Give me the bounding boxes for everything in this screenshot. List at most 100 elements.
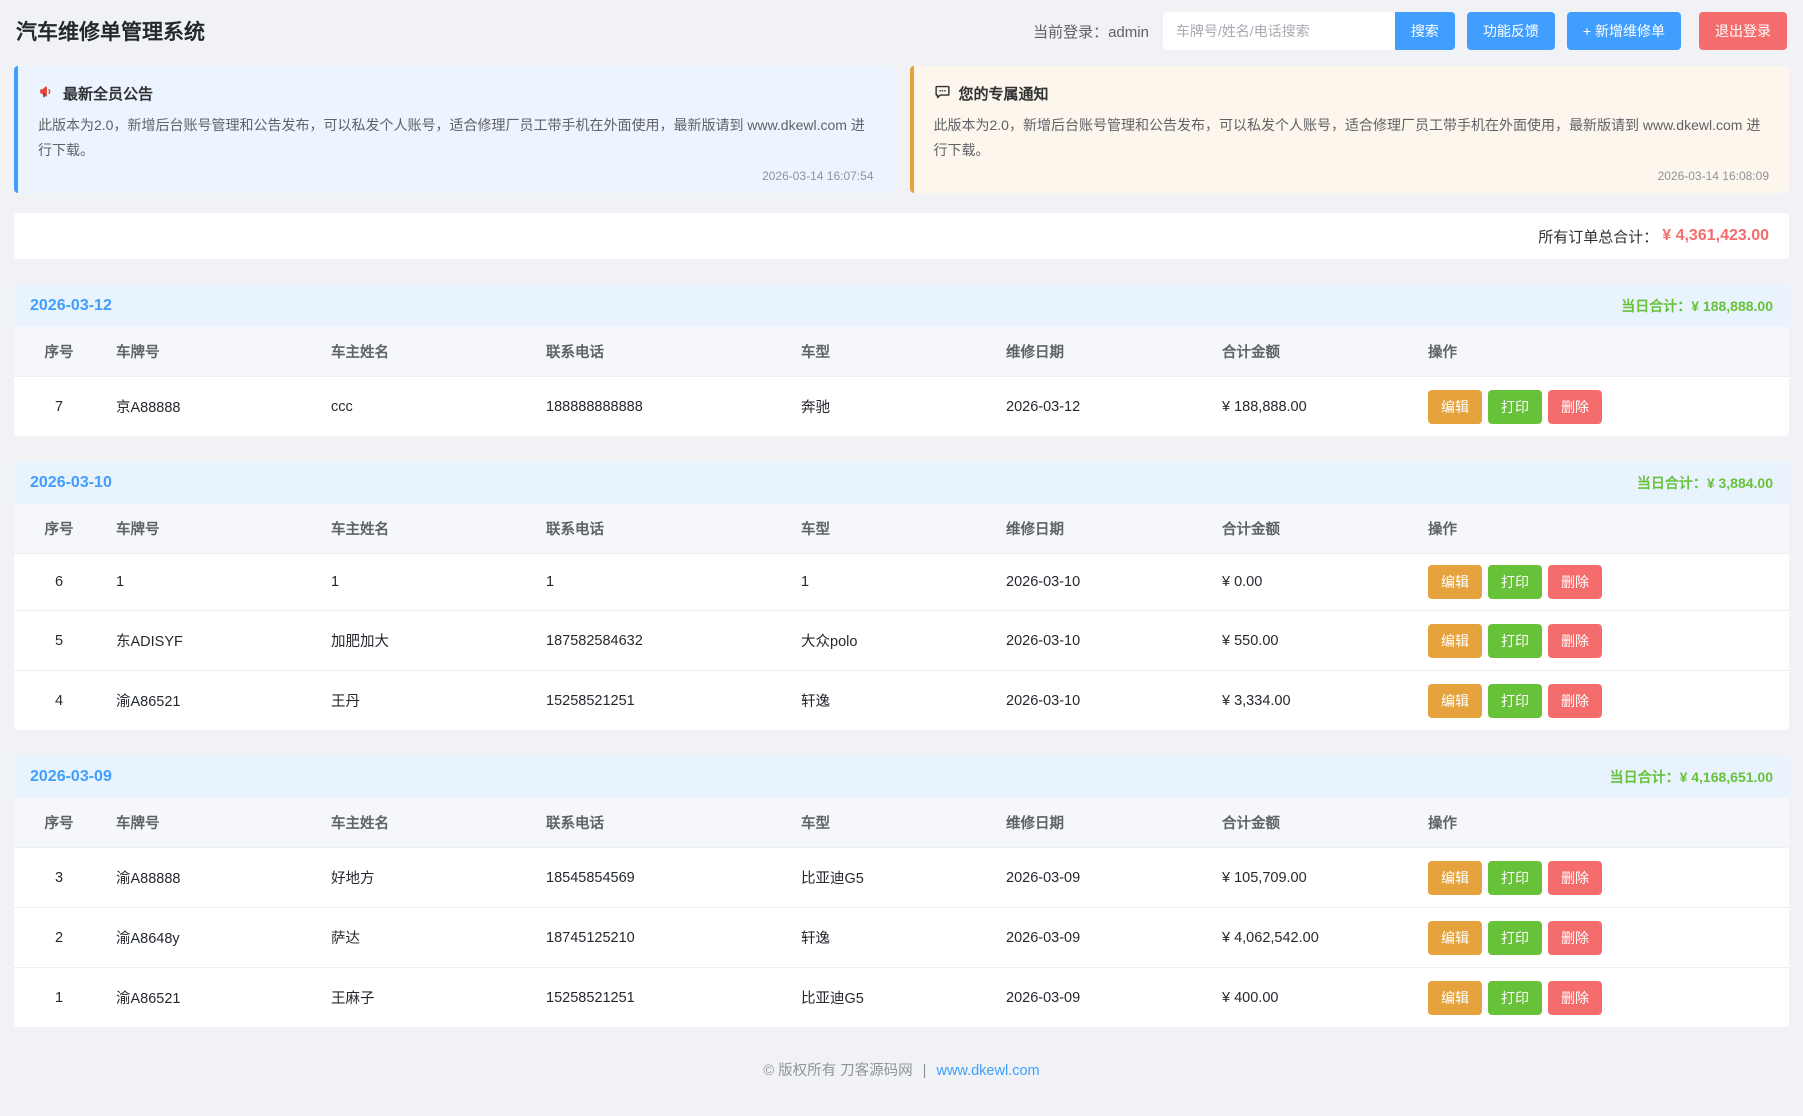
cell-actions: 编辑打印删除	[1416, 611, 1789, 671]
delete-button[interactable]: 删除	[1548, 861, 1602, 895]
delete-button[interactable]: 删除	[1548, 565, 1602, 599]
search-group: 搜索	[1163, 12, 1455, 50]
footer-separator: |	[923, 1063, 927, 1079]
delete-button[interactable]: 删除	[1548, 390, 1602, 424]
copyright-text: © 版权所有 刀客源码网	[763, 1063, 912, 1079]
personal-notice-body: 此版本为2.0，新增后台账号管理和公告发布，可以私发个人账号，适合修理厂员工带手…	[934, 113, 1770, 162]
cell-date: 2026-03-12	[994, 377, 1210, 437]
cell-plate: 渝A8648y	[104, 908, 319, 968]
cell-model: 轩逸	[789, 908, 994, 968]
cell-actions: 编辑打印删除	[1416, 671, 1789, 731]
orders-table: 序号车牌号车主姓名联系电话车型维修日期合计金额操作7京A88888ccc1888…	[14, 327, 1789, 436]
grand-total-amount: ¥ 4,361,423.00	[1662, 227, 1769, 245]
edit-button[interactable]: 编辑	[1428, 921, 1482, 955]
cell-seq: 2	[14, 908, 104, 968]
cell-owner: ccc	[319, 377, 534, 437]
edit-button[interactable]: 编辑	[1428, 390, 1482, 424]
announcement-timestamp: 2026-03-14 16:07:54	[38, 169, 874, 183]
column-header-actions: 操作	[1416, 798, 1789, 848]
cell-amount: ¥ 0.00	[1210, 554, 1416, 611]
cell-date: 2026-03-10	[994, 554, 1210, 611]
delete-button[interactable]: 删除	[1548, 684, 1602, 718]
table-row: 5东ADISYF加肥加大187582584632大众polo2026-03-10…	[14, 611, 1789, 671]
column-header-date: 维修日期	[994, 327, 1210, 377]
edit-button[interactable]: 编辑	[1428, 624, 1482, 658]
cell-seq: 5	[14, 611, 104, 671]
cell-phone: 18545854569	[534, 848, 789, 908]
print-button[interactable]: 打印	[1488, 565, 1542, 599]
column-header-amount: 合计金额	[1210, 327, 1416, 377]
cell-model: 奔驰	[789, 377, 994, 437]
edit-button[interactable]: 编辑	[1428, 684, 1482, 718]
delete-button[interactable]: 删除	[1548, 624, 1602, 658]
announcement-title-row: 最新全员公告	[38, 83, 874, 104]
cell-date: 2026-03-09	[994, 968, 1210, 1028]
cell-plate: 东ADISYF	[104, 611, 319, 671]
cell-phone: 187582584632	[534, 611, 789, 671]
cell-phone: 1	[534, 554, 789, 611]
cell-amount: ¥ 550.00	[1210, 611, 1416, 671]
table-row: 3渝A88888好地方18545854569比亚迪G52026-03-09¥ 1…	[14, 848, 1789, 908]
footer-link[interactable]: www.dkewl.com	[936, 1063, 1039, 1079]
cell-owner: 王麻子	[319, 968, 534, 1028]
table-header-row: 序号车牌号车主姓名联系电话车型维修日期合计金额操作	[14, 504, 1789, 554]
column-header-model: 车型	[789, 798, 994, 848]
section-day-total: 当日合计：¥ 3,884.00	[1637, 473, 1773, 493]
print-button[interactable]: 打印	[1488, 390, 1542, 424]
personal-notice-title: 您的专属通知	[959, 83, 1049, 104]
cell-actions: 编辑打印删除	[1416, 968, 1789, 1028]
cell-amount: ¥ 105,709.00	[1210, 848, 1416, 908]
cell-owner: 加肥加大	[319, 611, 534, 671]
print-button[interactable]: 打印	[1488, 861, 1542, 895]
column-header-date: 维修日期	[994, 798, 1210, 848]
cell-actions: 编辑打印删除	[1416, 554, 1789, 611]
sections-container: 2026-03-12当日合计：¥ 188,888.00序号车牌号车主姓名联系电话…	[0, 285, 1803, 1027]
cell-plate: 1	[104, 554, 319, 611]
table-row: 7京A88888ccc188888888888奔驰2026-03-12¥ 188…	[14, 377, 1789, 437]
cell-owner: 好地方	[319, 848, 534, 908]
footer: © 版权所有 刀客源码网 | www.dkewl.com	[0, 1027, 1803, 1108]
cell-seq: 3	[14, 848, 104, 908]
column-header-actions: 操作	[1416, 327, 1789, 377]
current-login-label: 当前登录：admin	[1033, 21, 1149, 42]
header-controls: 当前登录：admin 搜索 功能反馈 + 新增维修单 退出登录	[1033, 12, 1787, 50]
day-section-header: 2026-03-10 当日合计：¥ 3,884.00	[14, 462, 1789, 504]
cell-seq: 6	[14, 554, 104, 611]
column-header-phone: 联系电话	[534, 798, 789, 848]
column-header-model: 车型	[789, 327, 994, 377]
column-header-seq: 序号	[14, 327, 104, 377]
add-repair-order-button[interactable]: + 新增维修单	[1567, 12, 1681, 50]
day-section: 2026-03-10 当日合计：¥ 3,884.00 序号车牌号车主姓名联系电话车型…	[14, 462, 1789, 730]
feedback-button[interactable]: 功能反馈	[1467, 12, 1555, 50]
edit-button[interactable]: 编辑	[1428, 981, 1482, 1015]
logout-button[interactable]: 退出登录	[1699, 12, 1787, 50]
cell-date: 2026-03-09	[994, 908, 1210, 968]
cell-model: 比亚迪G5	[789, 968, 994, 1028]
delete-button[interactable]: 删除	[1548, 921, 1602, 955]
cell-plate: 渝A86521	[104, 671, 319, 731]
section-date: 2026-03-10	[30, 474, 112, 492]
column-header-amount: 合计金额	[1210, 798, 1416, 848]
column-header-owner: 车主姓名	[319, 504, 534, 554]
table-header-row: 序号车牌号车主姓名联系电话车型维修日期合计金额操作	[14, 798, 1789, 848]
print-button[interactable]: 打印	[1488, 921, 1542, 955]
edit-button[interactable]: 编辑	[1428, 861, 1482, 895]
print-button[interactable]: 打印	[1488, 684, 1542, 718]
search-button[interactable]: 搜索	[1395, 12, 1455, 50]
delete-button[interactable]: 删除	[1548, 981, 1602, 1015]
edit-button[interactable]: 编辑	[1428, 565, 1482, 599]
personal-notice-card: 您的专属通知 此版本为2.0，新增后台账号管理和公告发布，可以私发个人账号，适合…	[910, 66, 1790, 193]
cell-model: 大众polo	[789, 611, 994, 671]
cell-owner: 王丹	[319, 671, 534, 731]
column-header-seq: 序号	[14, 798, 104, 848]
print-button[interactable]: 打印	[1488, 981, 1542, 1015]
cell-amount: ¥ 400.00	[1210, 968, 1416, 1028]
cell-model: 轩逸	[789, 671, 994, 731]
cell-actions: 编辑打印删除	[1416, 377, 1789, 437]
announcement-card: 最新全员公告 此版本为2.0，新增后台账号管理和公告发布，可以私发个人账号，适合…	[14, 66, 894, 193]
cell-plate: 京A88888	[104, 377, 319, 437]
day-section: 2026-03-12当日合计：¥ 188,888.00序号车牌号车主姓名联系电话…	[14, 285, 1789, 436]
personal-notice-title-row: 您的专属通知	[934, 83, 1770, 104]
print-button[interactable]: 打印	[1488, 624, 1542, 658]
search-input[interactable]	[1163, 12, 1395, 50]
